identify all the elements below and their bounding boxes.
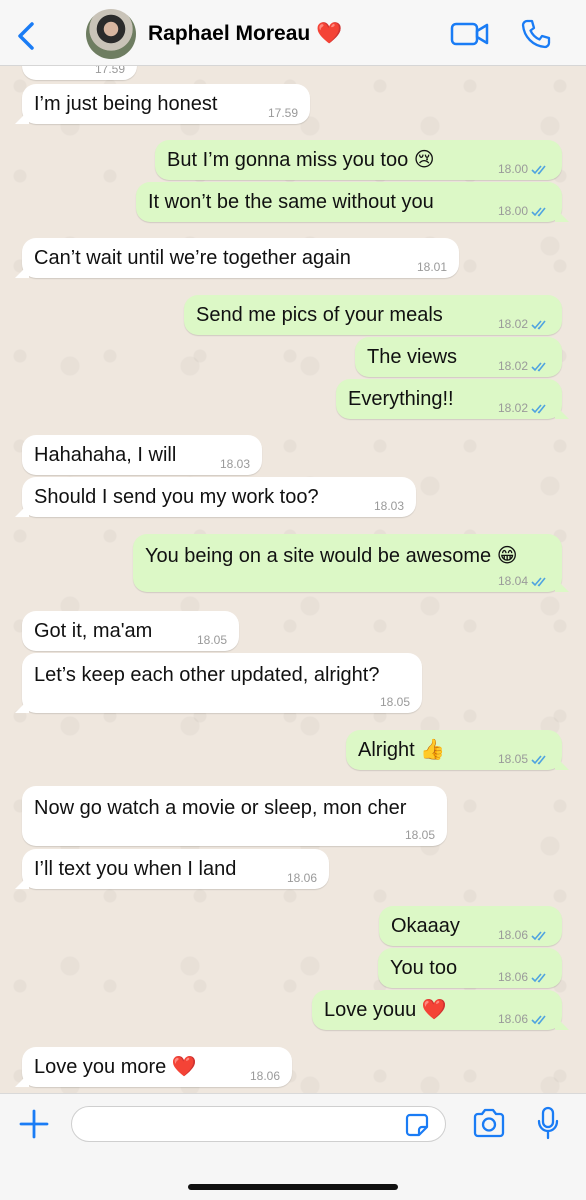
- message-time: 18.05: [196, 633, 227, 647]
- camera-button[interactable]: [472, 1108, 506, 1138]
- message-bubble-outgoing[interactable]: It won’t be the same without you 18.00: [136, 182, 562, 222]
- read-ticks-icon: [531, 973, 546, 983]
- read-ticks-icon: [531, 165, 546, 175]
- chat-area[interactable]: 17.59 I’m just being honest 17.59 But I’…: [0, 66, 586, 1093]
- message-text: Love youu ❤️: [324, 999, 447, 1021]
- read-ticks-icon: [531, 1015, 546, 1025]
- camera-icon: [473, 1108, 505, 1138]
- message-text: The views: [367, 346, 458, 368]
- message-time: 18.06: [497, 970, 528, 984]
- message-text: Alright 👍: [358, 739, 446, 761]
- contact-name[interactable]: Raphael Moreau ❤️: [148, 22, 342, 46]
- message-bubble-outgoing[interactable]: But I’m gonna miss you too 😢 18.00: [155, 140, 562, 180]
- message-bubble-outgoing[interactable]: Send me pics of your meals 18.02: [184, 295, 562, 335]
- read-ticks-icon: [531, 320, 546, 330]
- message-bubble-incoming[interactable]: I’ll text you when I land 18.06: [22, 849, 329, 889]
- contact-avatar[interactable]: [86, 9, 136, 59]
- message-time: 18.02: [497, 401, 528, 415]
- phone-icon: [521, 19, 551, 49]
- message-bubble-outgoing[interactable]: You being on a site would be awesome 😁 1…: [133, 534, 562, 592]
- chat-header: Raphael Moreau ❤️: [0, 0, 586, 66]
- message-time: 18.05: [404, 828, 435, 842]
- message-time: 17.59: [94, 66, 125, 76]
- message-bubble-outgoing[interactable]: Alright 👍 18.05: [346, 730, 562, 770]
- video-camera-icon: [450, 22, 489, 46]
- message-bubble-incoming[interactable]: Got it, ma'am 18.05: [22, 611, 239, 651]
- message-text: Got it, ma'am: [34, 620, 153, 642]
- read-ticks-icon: [531, 577, 546, 587]
- microphone-button[interactable]: [537, 1106, 559, 1140]
- message-bubble-incoming[interactable]: Love you more ❤️ 18.06: [22, 1047, 292, 1087]
- message-bubble-incoming[interactable]: I’m just being honest 17.59: [22, 84, 310, 124]
- plus-icon: [19, 1109, 49, 1139]
- message-text: But I’m gonna miss you too 😢: [167, 149, 435, 171]
- message-text: I’m just being honest: [34, 93, 218, 115]
- message-time: 18.04: [497, 574, 528, 588]
- message-text: Send me pics of your meals: [196, 304, 443, 326]
- message-text: Now go watch a movie or sleep, mon cher: [34, 797, 407, 819]
- message-text: Love you more ❤️: [34, 1056, 197, 1078]
- message-text: I’ll text you when I land: [34, 858, 237, 880]
- message-time: 18.01: [416, 260, 447, 274]
- message-input[interactable]: [71, 1106, 446, 1142]
- sticker-button[interactable]: [405, 1113, 429, 1137]
- message-time: 18.06: [286, 871, 317, 885]
- read-ticks-icon: [531, 931, 546, 941]
- message-bubble-outgoing[interactable]: Everything!! 18.02: [336, 379, 562, 419]
- message-text: You being on a site would be awesome 😁: [145, 545, 518, 567]
- chevron-left-icon: [18, 22, 34, 50]
- message-time: 18.03: [373, 499, 404, 513]
- home-indicator: [188, 1184, 398, 1190]
- sticker-icon: [405, 1113, 429, 1137]
- message-bubble-outgoing[interactable]: Okaaay 18.06: [379, 906, 562, 946]
- message-bubble-incoming[interactable]: Let’s keep each other updated, alright? …: [22, 653, 422, 713]
- attach-button[interactable]: [18, 1108, 50, 1140]
- message-time: 18.05: [379, 695, 410, 709]
- message-bubble-outgoing[interactable]: Love youu ❤️ 18.06: [312, 990, 562, 1030]
- message-bubble-incoming[interactable]: Should I send you my work too? 18.03: [22, 477, 416, 517]
- read-ticks-icon: [531, 207, 546, 217]
- message-text: It won’t be the same without you: [148, 191, 434, 213]
- message-text: Everything!!: [348, 388, 454, 410]
- back-button[interactable]: [14, 20, 42, 52]
- message-text: Hahahaha, I will: [34, 444, 177, 466]
- read-ticks-icon: [531, 404, 546, 414]
- message-time: 18.06: [497, 1012, 528, 1026]
- message-time: 18.06: [497, 928, 528, 942]
- message-time: 18.00: [497, 204, 528, 218]
- message-bubble-incoming[interactable]: Can’t wait until we’re together again 18…: [22, 238, 459, 278]
- message-text: Let’s keep each other updated, alright?: [34, 664, 380, 686]
- voice-call-button[interactable]: [520, 18, 552, 50]
- message-text: Can’t wait until we’re together again: [34, 247, 351, 269]
- message-time: 18.03: [219, 457, 250, 471]
- message-time: 18.05: [497, 752, 528, 766]
- video-call-button[interactable]: [450, 20, 490, 48]
- message-time: 18.00: [497, 162, 528, 176]
- message-bubble-outgoing[interactable]: You too 18.06: [378, 948, 562, 988]
- message-time: 17.59: [267, 106, 298, 120]
- message-text: Okaaay: [391, 915, 460, 937]
- microphone-icon: [537, 1106, 559, 1140]
- message-bubble-incoming[interactable]: Now go watch a movie or sleep, mon cher …: [22, 786, 447, 846]
- message-bubble-incoming[interactable]: 17.59: [22, 66, 137, 80]
- message-bubble-incoming[interactable]: Hahahaha, I will 18.03: [22, 435, 262, 475]
- message-bubble-outgoing[interactable]: The views 18.02: [355, 337, 562, 377]
- message-time: 18.06: [249, 1069, 280, 1083]
- message-text: You too: [390, 957, 458, 979]
- message-input-bar: [0, 1093, 586, 1200]
- message-time: 18.02: [497, 359, 528, 373]
- message-time: 18.02: [497, 317, 528, 331]
- read-ticks-icon: [531, 755, 546, 765]
- read-ticks-icon: [531, 362, 546, 372]
- message-text: Should I send you my work too?: [34, 486, 319, 508]
